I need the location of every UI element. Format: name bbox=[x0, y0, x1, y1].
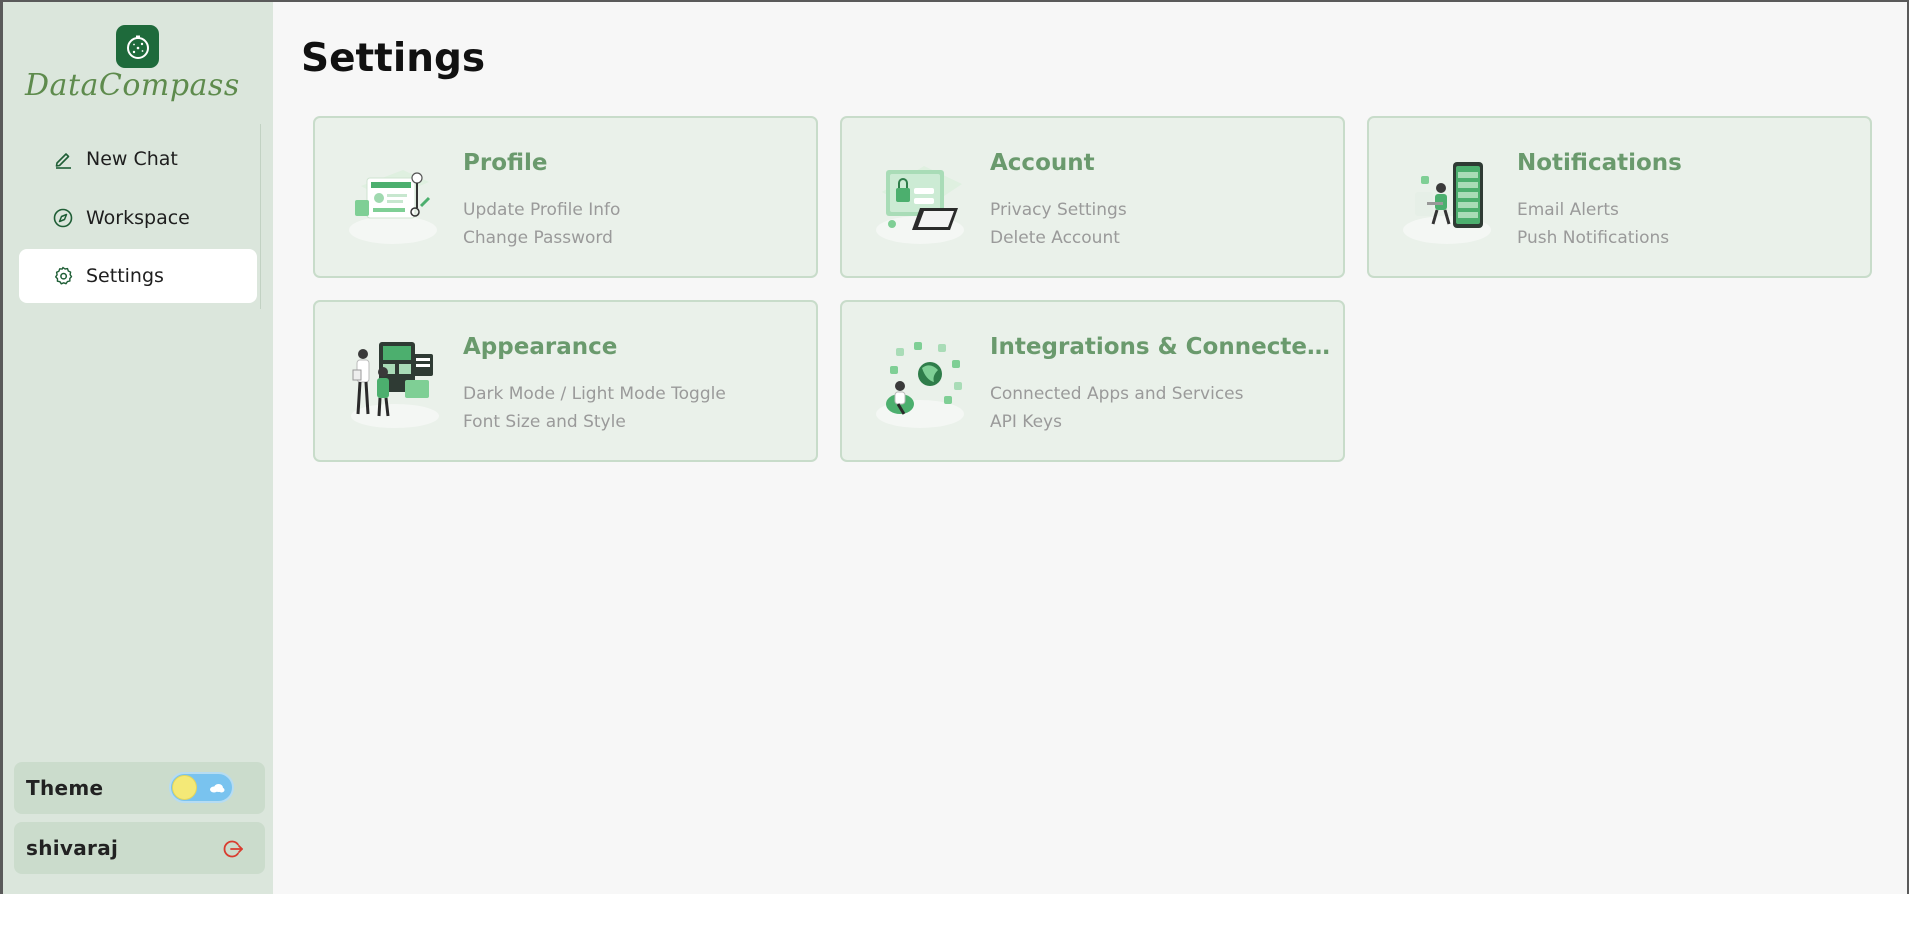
sidebar-item-label: New Chat bbox=[86, 148, 178, 170]
theme-toggle[interactable] bbox=[169, 772, 234, 803]
sidebar-item-label: Settings bbox=[86, 265, 164, 287]
sidebar-item-workspace[interactable]: Workspace bbox=[19, 191, 257, 245]
card-title: Integrations & Connected ... bbox=[990, 334, 1330, 360]
card-option[interactable]: Delete Account bbox=[990, 228, 1330, 248]
card-option[interactable]: API Keys bbox=[990, 412, 1330, 432]
card-option[interactable]: Change Password bbox=[463, 228, 803, 248]
theme-card: Theme bbox=[14, 762, 265, 814]
card-option[interactable]: Privacy Settings bbox=[990, 200, 1330, 220]
username: shivaraj bbox=[26, 836, 119, 860]
settings-card-account[interactable]: Account Privacy Settings Delete Account bbox=[840, 116, 1345, 278]
settings-card-profile[interactable]: Profile Update Profile Info Change Passw… bbox=[313, 116, 818, 278]
sidebar-item-new-chat[interactable]: New Chat bbox=[19, 132, 257, 186]
sidebar-item-label: Workspace bbox=[86, 207, 190, 229]
settings-card-notifications[interactable]: Notifications Email Alerts Push Notifica… bbox=[1367, 116, 1872, 278]
sun-icon bbox=[172, 775, 197, 800]
user-card: shivaraj bbox=[14, 822, 265, 874]
cloud-icon bbox=[210, 784, 225, 793]
profile-illustration bbox=[347, 148, 443, 248]
page-title: Settings bbox=[301, 36, 486, 81]
card-option[interactable]: Push Notifications bbox=[1517, 228, 1857, 248]
sidebar-item-settings[interactable]: Settings bbox=[19, 249, 257, 303]
compass-icon[interactable] bbox=[116, 25, 159, 68]
card-option[interactable]: Connected Apps and Services bbox=[990, 384, 1330, 404]
settings-card-appearance[interactable]: Appearance Dark Mode / Light Mode Toggle… bbox=[313, 300, 818, 462]
sidebar: DataCompass New Chat Workspace Settings … bbox=[3, 2, 273, 894]
card-title: Account bbox=[990, 150, 1095, 176]
notifications-illustration bbox=[1401, 148, 1497, 248]
card-title: Profile bbox=[463, 150, 548, 176]
card-title: Notifications bbox=[1517, 150, 1682, 176]
card-title: Appearance bbox=[463, 334, 618, 360]
settings-card-integrations[interactable]: Integrations & Connected ... Connected A… bbox=[840, 300, 1345, 462]
account-illustration bbox=[874, 148, 970, 248]
appearance-illustration bbox=[347, 332, 443, 432]
compass-icon bbox=[52, 207, 74, 229]
sidebar-divider bbox=[260, 124, 261, 309]
card-option[interactable]: Email Alerts bbox=[1517, 200, 1857, 220]
pencil-icon bbox=[52, 148, 74, 170]
brand-name: DataCompass bbox=[25, 68, 240, 103]
logout-icon[interactable] bbox=[222, 838, 244, 860]
integrations-illustration bbox=[874, 332, 970, 432]
card-option[interactable]: Dark Mode / Light Mode Toggle bbox=[463, 384, 803, 404]
card-option[interactable]: Update Profile Info bbox=[463, 200, 803, 220]
gear-icon bbox=[52, 265, 74, 287]
app-window: DataCompass New Chat Workspace Settings … bbox=[0, 0, 1909, 894]
theme-label: Theme bbox=[26, 776, 104, 800]
card-option[interactable]: Font Size and Style bbox=[463, 412, 803, 432]
